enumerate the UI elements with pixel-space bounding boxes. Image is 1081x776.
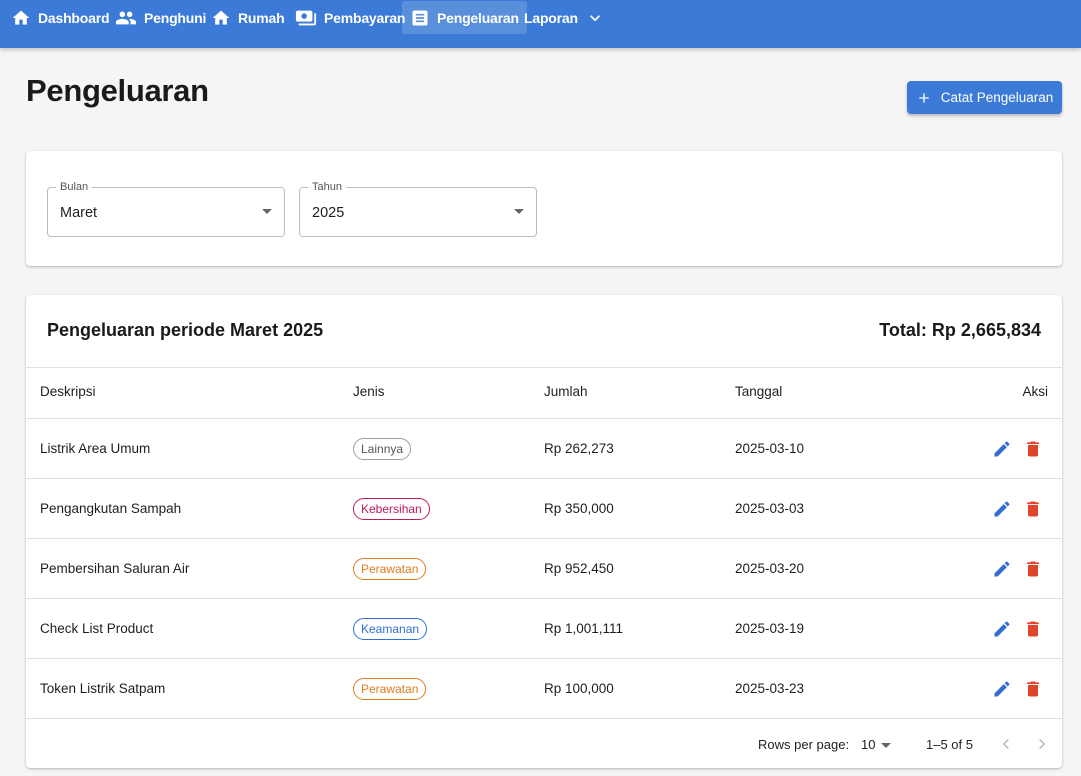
header-deskripsi: Deskripsi	[40, 384, 96, 399]
nav-pengeluaran[interactable]: Pengeluaran	[402, 1, 527, 34]
expense-table-card: Pengeluaran periode Maret 2025 Total: Rp…	[26, 295, 1062, 768]
filter-card: Bulan Maret Tahun 2025	[26, 151, 1062, 266]
edit-icon[interactable]	[992, 499, 1012, 519]
rows-per-page-select[interactable]: 10	[861, 737, 875, 752]
plus-icon	[919, 92, 929, 103]
nav-pembayaran[interactable]: Pembayaran	[289, 1, 411, 34]
cell-tanggal: 2025-03-20	[735, 561, 805, 576]
cell-jumlah: Rp 350,000	[544, 501, 614, 516]
dropdown-arrow-icon	[262, 209, 272, 214]
edit-icon[interactable]	[992, 559, 1012, 579]
previous-page-button[interactable]	[996, 734, 1016, 754]
nav-pengeluaran-label: Pengeluaran	[437, 9, 519, 26]
edit-icon[interactable]	[992, 439, 1012, 459]
cell-tanggal: 2025-03-19	[735, 621, 805, 636]
cell-jumlah: Rp 262,273	[544, 441, 614, 456]
category-chip-lainnya: Lainnya	[353, 438, 412, 460]
nav-penghuni-label: Penghuni	[144, 9, 207, 26]
year-select[interactable]: Tahun 2025	[299, 181, 537, 237]
dropdown-arrow-icon	[514, 209, 524, 214]
year-select-label: Tahun	[308, 181, 346, 193]
delete-icon[interactable]	[1023, 439, 1043, 459]
dropdown-arrow-icon[interactable]	[881, 743, 891, 748]
nav-penghuni[interactable]: Penghuni	[109, 1, 212, 34]
delete-icon[interactable]	[1023, 679, 1043, 699]
category-chip-keamanan: Keamanan	[353, 618, 428, 640]
cell-tanggal: 2025-03-23	[735, 681, 805, 696]
chevron-left-icon	[1002, 739, 1009, 749]
table-pagination: Rows per page: 10 1–5 of 5	[26, 721, 1062, 768]
chevron-right-icon	[1039, 739, 1046, 749]
cell-jumlah: Rp 1,001,111	[544, 621, 624, 636]
next-page-button[interactable]	[1032, 734, 1052, 754]
table-header: Deskripsi Jenis Jumlah Tanggal Aksi	[26, 367, 1062, 419]
edit-icon[interactable]	[992, 679, 1012, 699]
month-select[interactable]: Bulan Maret	[47, 181, 285, 237]
header-aksi: Aksi	[1022, 384, 1048, 399]
pagination-range: 1–5 of 5	[926, 737, 973, 752]
header-jumlah: Jumlah	[544, 384, 588, 399]
home-icon	[212, 10, 230, 25]
rows-per-page-label: Rows per page:	[758, 737, 850, 752]
category-chip-kebersihan: Kebersihan	[353, 498, 430, 520]
table-row: Pembersihan Saluran Air Perawatan Rp 952…	[26, 539, 1062, 599]
nav-rumah-label: Rumah	[238, 9, 285, 26]
category-chip-perawatan: Perawatan	[353, 558, 427, 580]
delete-icon[interactable]	[1023, 499, 1043, 519]
people-icon	[115, 11, 137, 24]
month-select-label: Bulan	[56, 181, 93, 193]
header-jenis: Jenis	[353, 384, 385, 399]
cell-deskripsi: Listrik Area Umum	[40, 441, 151, 456]
month-select-value: Maret	[60, 205, 98, 221]
cell-tanggal: 2025-03-10	[735, 441, 805, 456]
header-tanggal: Tanggal	[735, 384, 783, 399]
cell-jumlah: Rp 100,000	[544, 681, 614, 696]
payments-icon	[295, 10, 317, 25]
nav-dashboard[interactable]: Dashboard	[5, 1, 115, 34]
nav-pembayaran-label: Pembayaran	[324, 9, 406, 26]
table-row: Listrik Area Umum Lainnya Rp 262,273 202…	[26, 419, 1062, 479]
cell-jumlah: Rp 952,450	[544, 561, 614, 576]
cell-deskripsi: Check List Product	[40, 621, 154, 636]
nav-laporan-label: Laporan	[524, 9, 578, 26]
cell-tanggal: 2025-03-03	[735, 501, 805, 516]
chevron-down-icon	[589, 14, 600, 21]
table-row: Pengangkutan Sampah Kebersihan Rp 350,00…	[26, 479, 1062, 539]
home-icon	[12, 10, 30, 25]
add-expense-button[interactable]: Catat Pengeluaran	[907, 81, 1062, 114]
nav-laporan[interactable]: Laporan	[518, 1, 611, 34]
year-select-value: 2025	[312, 205, 345, 221]
table-row: Token Listrik Satpam Perawatan Rp 100,00…	[26, 659, 1062, 719]
delete-icon[interactable]	[1023, 619, 1043, 639]
table-row: Check List Product Keamanan Rp 1,001,111…	[26, 599, 1062, 659]
edit-icon[interactable]	[992, 619, 1012, 639]
receipt-icon	[412, 10, 428, 25]
cell-deskripsi: Pengangkutan Sampah	[40, 501, 182, 516]
nav-dashboard-label: Dashboard	[38, 9, 110, 26]
total-amount: Total: Rp 2,665,834	[879, 320, 1041, 340]
cell-deskripsi: Pembersihan Saluran Air	[40, 561, 190, 576]
top-navbar: Dashboard Penghuni Rumah Pembayaran Peng…	[0, 0, 1081, 48]
add-expense-label: Catat Pengeluaran	[940, 90, 1054, 105]
nav-rumah[interactable]: Rumah	[205, 1, 290, 34]
category-chip-perawatan: Perawatan	[353, 678, 427, 700]
delete-icon[interactable]	[1023, 559, 1043, 579]
period-title: Pengeluaran periode Maret 2025	[47, 320, 324, 340]
page-title: Pengeluaran	[26, 73, 209, 108]
cell-deskripsi: Token Listrik Satpam	[40, 681, 166, 696]
